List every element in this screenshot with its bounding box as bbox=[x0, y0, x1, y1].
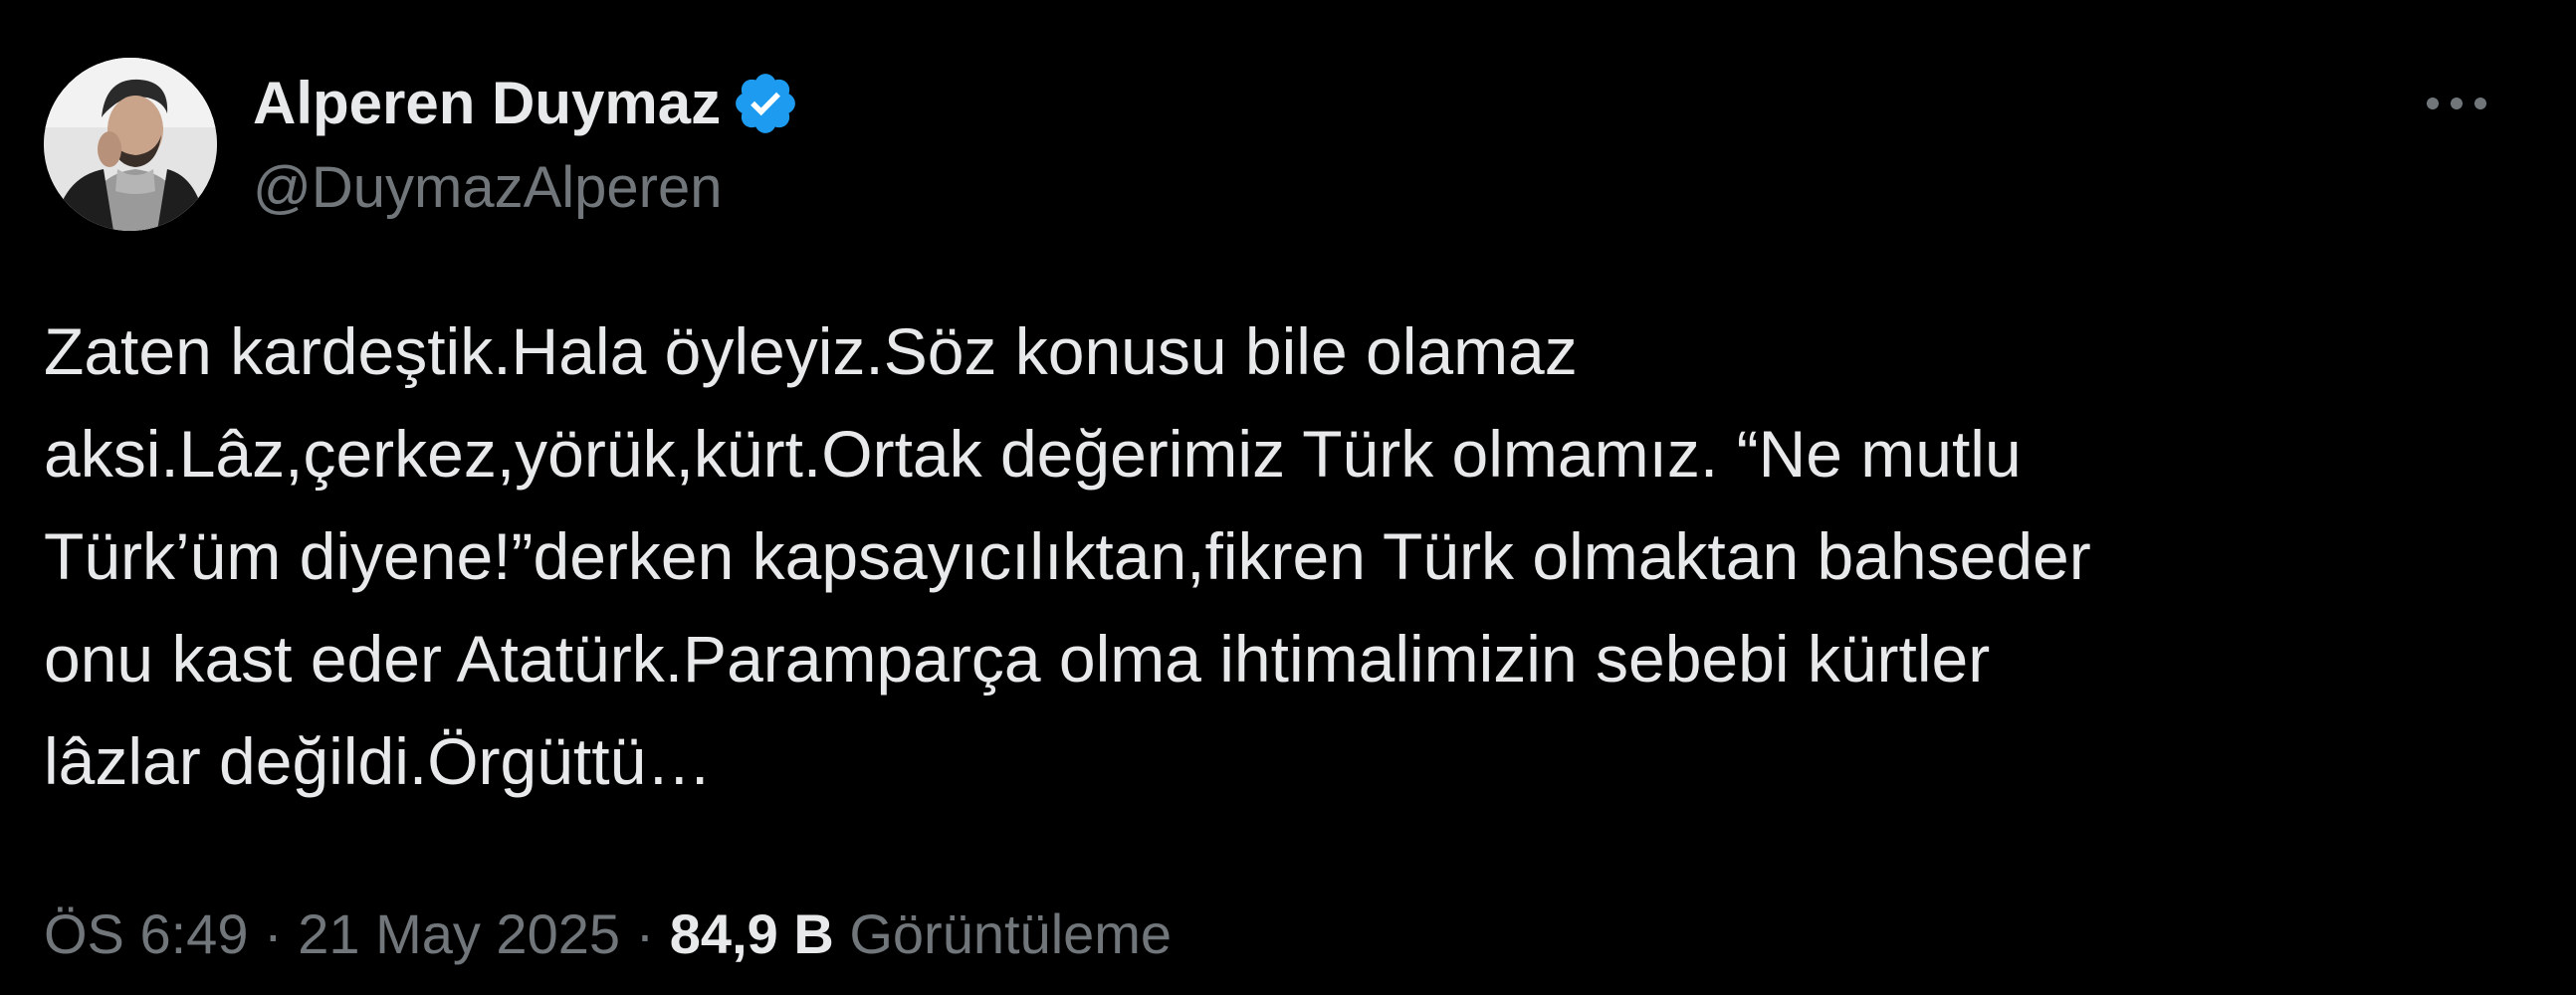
tweet-meta: ÖS 6:49 · 21 May 2025 · 84,9 B Görüntüle… bbox=[44, 899, 1172, 969]
avatar-photo bbox=[44, 58, 217, 231]
tweet-card: Alperen Duymaz @DuymazAlperen Zaten kard… bbox=[0, 0, 2576, 995]
meta-separator: · bbox=[620, 902, 670, 965]
more-options-button[interactable] bbox=[2407, 66, 2506, 141]
avatar[interactable] bbox=[44, 58, 217, 231]
meta-separator: · bbox=[248, 902, 299, 965]
tweet-date[interactable]: 21 May 2025 bbox=[298, 902, 620, 965]
verified-badge-icon[interactable] bbox=[731, 69, 800, 138]
author-handle[interactable]: @DuymazAlperen bbox=[253, 151, 723, 225]
tweet-time[interactable]: ÖS 6:49 bbox=[44, 902, 248, 965]
tweet-text: Zaten kardeştik.Hala öyleyiz.Söz konusu … bbox=[44, 314, 2091, 798]
more-dots-icon bbox=[2427, 98, 2486, 109]
views-count: 84,9 B bbox=[669, 902, 834, 965]
author-display-name[interactable]: Alperen Duymaz bbox=[253, 66, 721, 141]
views-label: Görüntüleme bbox=[849, 902, 1173, 965]
author-name-row: Alperen Duymaz bbox=[253, 66, 800, 141]
